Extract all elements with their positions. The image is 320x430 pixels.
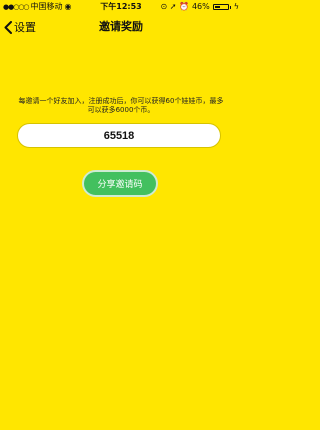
share-invite-code-button[interactable]: 分享邀请码 (82, 170, 158, 197)
invite-description: 每邀请一个好友加入，注册成功后，你可以获得60个娃娃币，最多可以获多6000个币… (18, 97, 224, 114)
status-bar: ●●○○○ 中国移动 ◉ 下午12:53 ⊙ ➚ ⏰ 46% ϟ (0, 0, 242, 14)
invite-code-field: 65518 (17, 123, 221, 148)
navigation-bar: 设置 邀请奖励 (0, 14, 242, 40)
battery-tip (229, 5, 231, 9)
charging-icon: ϟ (233, 2, 239, 11)
status-icons: ⊙ ➚ ⏰ (160, 2, 189, 11)
battery-icon (212, 4, 229, 10)
status-right: ⊙ ➚ ⏰ 46% ϟ (160, 0, 239, 14)
page-title: 邀请奖励 (99, 20, 143, 33)
battery-percent: 46% (191, 2, 210, 11)
battery-fill (214, 6, 221, 8)
